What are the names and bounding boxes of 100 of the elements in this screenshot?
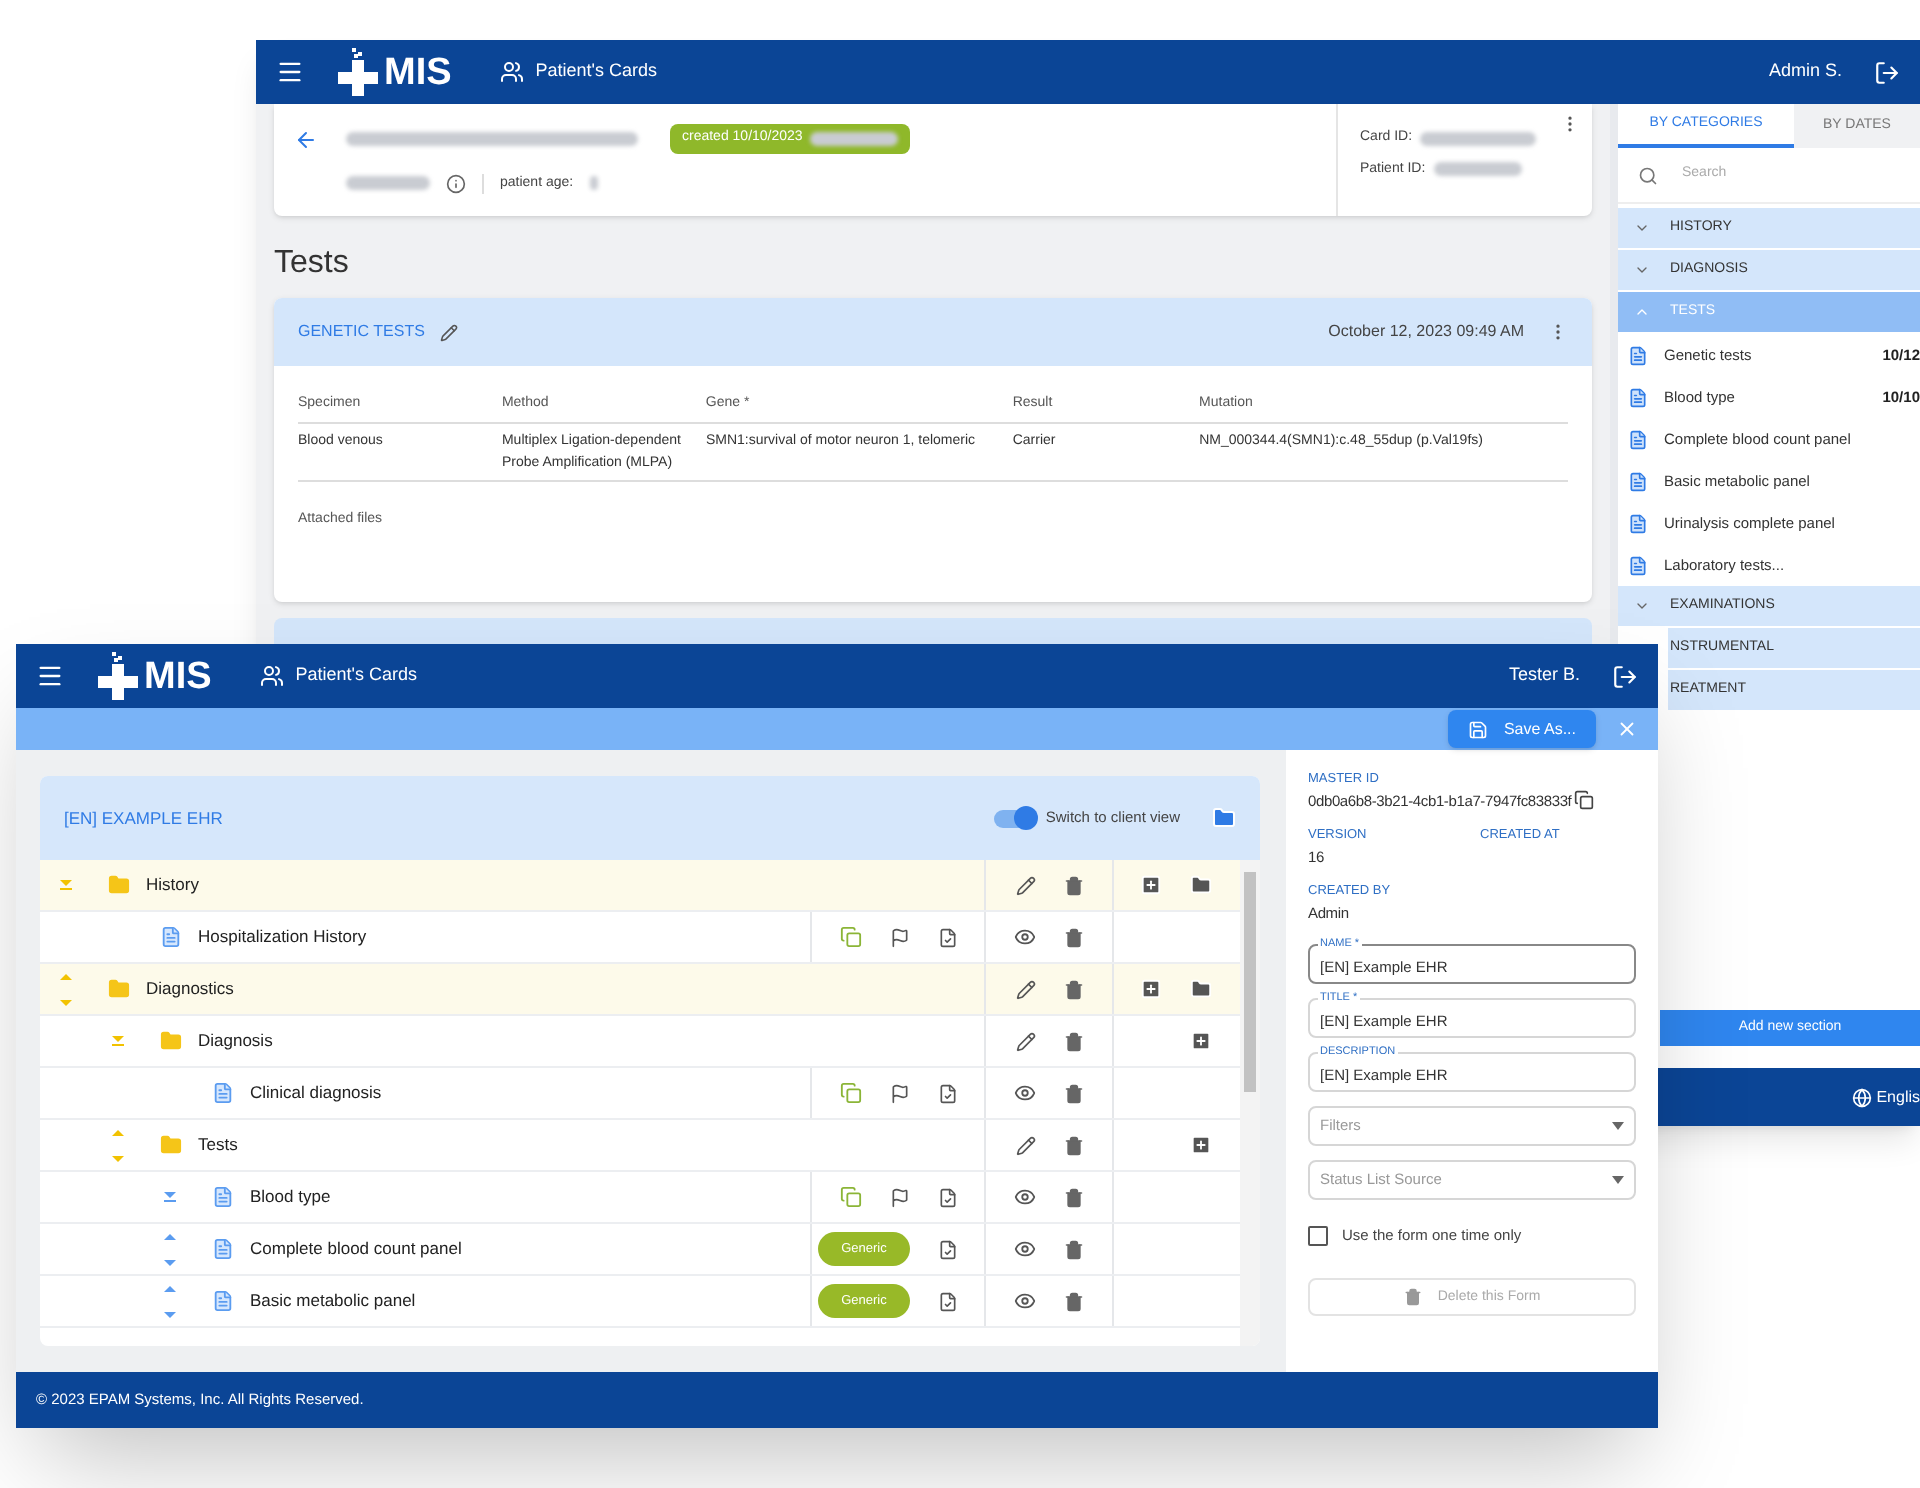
- sort-arrows-icon[interactable]: [162, 1231, 178, 1267]
- edit-icon[interactable]: [1015, 875, 1035, 895]
- delete-icon: [1403, 1288, 1422, 1307]
- document-icon: [1628, 513, 1648, 533]
- delete-icon[interactable]: [1064, 1187, 1084, 1207]
- add-item-icon[interactable]: [1190, 1030, 1212, 1052]
- edit-icon[interactable]: [1015, 979, 1035, 999]
- blurred-text: [810, 131, 899, 146]
- delete-icon[interactable]: [1064, 1083, 1084, 1103]
- checkbox[interactable]: [1308, 1225, 1328, 1246]
- preview-icon[interactable]: [1014, 1082, 1036, 1104]
- tree-row[interactable]: Tests: [40, 1120, 1240, 1172]
- tree-row[interactable]: Hospitalization History: [40, 912, 1240, 964]
- save-icon: [1467, 719, 1488, 739]
- edit-icon[interactable]: [1015, 1135, 1035, 1155]
- copy-icon[interactable]: [1573, 790, 1594, 811]
- tree-item-label: Basic metabolic panel: [250, 1288, 416, 1314]
- sort-arrows-icon[interactable]: [162, 1283, 178, 1319]
- document-icon: [211, 1082, 233, 1104]
- document-icon: [1628, 471, 1648, 491]
- form-title: [EN] EXAMPLE EHR: [64, 805, 223, 831]
- folder-icon: [107, 874, 129, 896]
- folder-icon: [159, 1134, 181, 1156]
- menu-icon[interactable]: [36, 662, 64, 690]
- blurred-text: [1433, 162, 1522, 177]
- delete-icon[interactable]: [1063, 1135, 1083, 1155]
- logo-text: MIS: [144, 657, 212, 695]
- logo-text: MIS: [384, 53, 452, 91]
- preview-icon[interactable]: [1014, 1290, 1036, 1312]
- tree-item-label: Hospitalization History: [198, 924, 367, 950]
- search-icon: [1638, 165, 1658, 185]
- edit-icon[interactable]: [1015, 1031, 1035, 1051]
- dropdown-caret-icon: [1612, 1122, 1624, 1130]
- flag-icon[interactable]: [889, 1187, 909, 1207]
- tree-item-label: Blood type: [250, 1184, 331, 1210]
- back-arrow-icon[interactable]: [294, 128, 318, 152]
- file-check-icon[interactable]: [937, 927, 957, 947]
- logo-cross-icon: [96, 652, 140, 700]
- logout-icon[interactable]: [1612, 663, 1638, 689]
- delete-icon[interactable]: [1063, 979, 1083, 999]
- preview-icon[interactable]: [1014, 926, 1036, 948]
- user-name: Tester B.: [1508, 662, 1580, 689]
- file-check-icon[interactable]: [937, 1083, 957, 1103]
- logout-icon[interactable]: [1874, 59, 1900, 85]
- page-heading: Tests: [274, 244, 351, 284]
- tree-item-label: Tests: [198, 1132, 238, 1158]
- tree-row[interactable]: History: [40, 860, 1240, 912]
- folder-icon: [107, 978, 129, 1000]
- folder-icon: [159, 1030, 181, 1052]
- document-icon: [211, 1290, 233, 1312]
- client-view-toggle[interactable]: [993, 809, 1034, 827]
- delete-icon[interactable]: [1064, 927, 1084, 947]
- tree-row[interactable]: Blood type: [40, 1172, 1240, 1224]
- flag-icon[interactable]: [889, 1083, 909, 1103]
- preview-icon[interactable]: [1014, 1238, 1036, 1260]
- tree-item-label: Complete blood count panel: [250, 1236, 462, 1262]
- tree-item-label: Clinical diagnosis: [250, 1080, 382, 1106]
- tree-item-label: History: [146, 872, 199, 898]
- add-item-icon[interactable]: [1140, 874, 1162, 896]
- users-icon: [499, 60, 524, 84]
- users-icon: [259, 664, 284, 688]
- flag-icon[interactable]: [889, 927, 909, 947]
- add-item-icon[interactable]: [1190, 1134, 1212, 1156]
- section-title: GENETIC TESTS: [298, 320, 425, 344]
- info-icon[interactable]: [446, 173, 466, 194]
- tree-item-label: Diagnostics: [146, 976, 234, 1002]
- menu-icon[interactable]: [276, 58, 304, 86]
- delete-icon[interactable]: [1063, 875, 1083, 895]
- nav-link[interactable]: Patient's Cards: [295, 662, 418, 690]
- document-icon: [1628, 429, 1648, 449]
- delete-icon[interactable]: [1064, 1239, 1084, 1259]
- chevron-icon: [1634, 220, 1650, 236]
- file-check-icon[interactable]: [937, 1187, 957, 1207]
- blurred-text: [1420, 131, 1537, 146]
- blurred-text: [589, 176, 598, 191]
- globe-icon: [1852, 1087, 1873, 1107]
- user-name: Admin S.: [1768, 58, 1842, 85]
- dropdown-caret-icon: [1612, 1176, 1624, 1184]
- blurred-text: [346, 176, 430, 191]
- tree-row[interactable]: Diagnosis: [40, 1016, 1240, 1068]
- document-icon: [159, 926, 181, 948]
- nav-link[interactable]: Patient's Cards: [535, 58, 658, 86]
- file-check-icon[interactable]: [938, 1239, 959, 1259]
- language-label[interactable]: Englis: [1876, 1085, 1920, 1109]
- tree-row[interactable]: Clinical diagnosis: [40, 1068, 1240, 1120]
- save-as-button[interactable]: Save As...: [1447, 710, 1596, 748]
- add-item-icon[interactable]: [1140, 978, 1162, 1000]
- document-icon: [1628, 345, 1648, 365]
- file-check-icon[interactable]: [938, 1291, 959, 1311]
- tree-item-label: Diagnosis: [198, 1028, 273, 1054]
- tree-row[interactable]: Diagnostics: [40, 964, 1240, 1016]
- preview-icon[interactable]: [1014, 1186, 1036, 1208]
- delete-icon[interactable]: [1064, 1291, 1084, 1311]
- document-icon: [1628, 387, 1648, 407]
- document-icon: [211, 1238, 233, 1260]
- document-icon: [1628, 555, 1648, 575]
- chevron-icon: [1634, 598, 1650, 614]
- section-date: October 12, 2023 09:49 AM: [1328, 320, 1524, 344]
- edit-icon[interactable]: [440, 323, 459, 341]
- delete-icon[interactable]: [1063, 1031, 1083, 1051]
